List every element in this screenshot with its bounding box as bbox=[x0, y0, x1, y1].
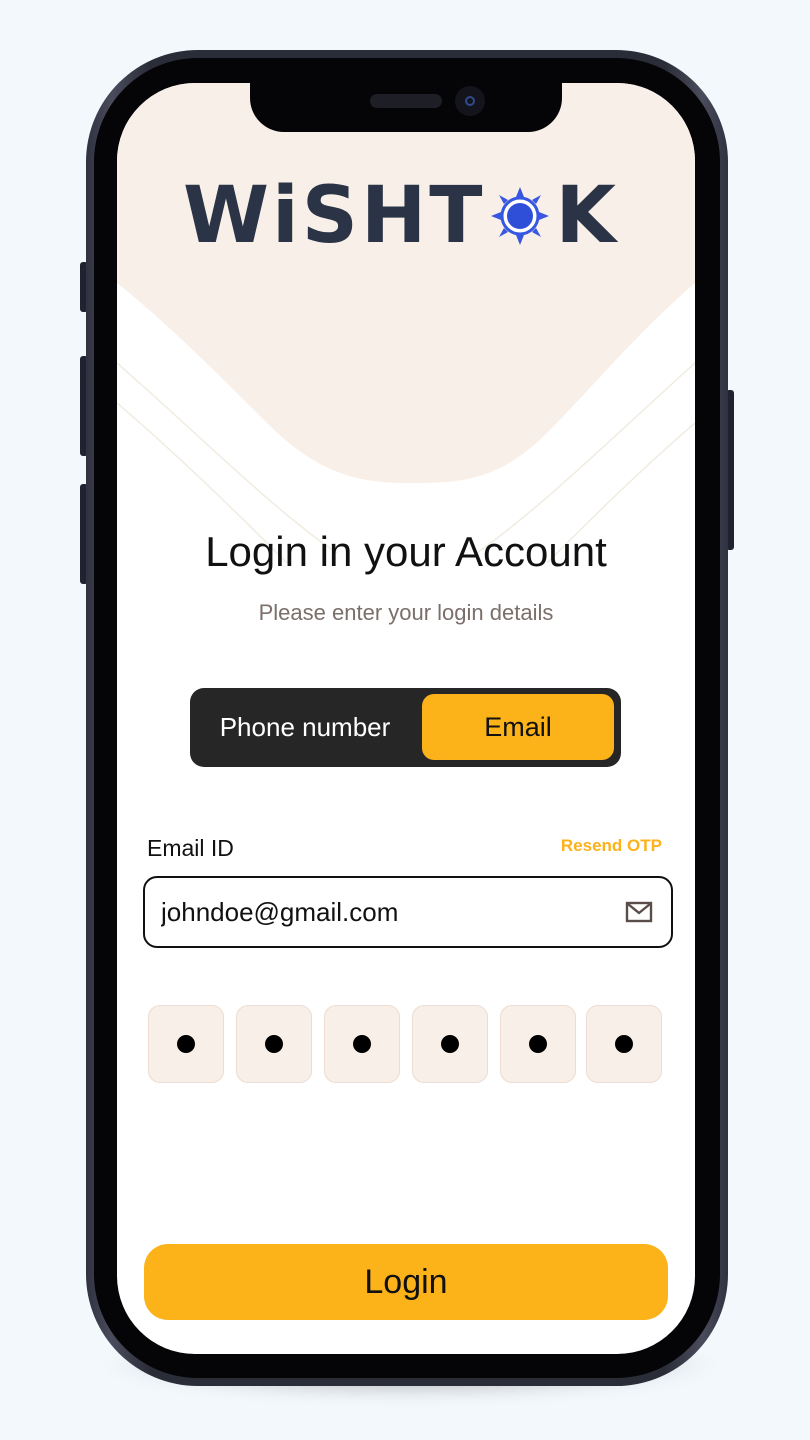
tab-phone-number[interactable]: Phone number bbox=[190, 688, 420, 767]
page-subtitle: Please enter your login details bbox=[258, 600, 554, 625]
otp-digit-5[interactable] bbox=[500, 1005, 576, 1083]
email-input[interactable] bbox=[161, 878, 601, 946]
resend-otp-link[interactable]: Resend OTP bbox=[561, 836, 662, 856]
sun-icon bbox=[491, 187, 550, 245]
otp-digit-3[interactable] bbox=[324, 1005, 400, 1083]
otp-digit-4[interactable] bbox=[412, 1005, 488, 1083]
masked-dot bbox=[529, 1035, 547, 1053]
earpiece-speaker bbox=[370, 94, 442, 108]
otp-digit-2[interactable] bbox=[236, 1005, 312, 1083]
email-label: Email ID bbox=[147, 835, 234, 861]
otp-input-group bbox=[148, 1005, 664, 1083]
tab-email[interactable]: Email bbox=[422, 694, 614, 760]
logo-text-left: WiSHT bbox=[183, 171, 486, 261]
masked-dot bbox=[615, 1035, 633, 1053]
otp-digit-6[interactable] bbox=[586, 1005, 662, 1083]
otp-digit-1[interactable] bbox=[148, 1005, 224, 1083]
login-button[interactable]: Login bbox=[144, 1244, 668, 1320]
email-field bbox=[143, 876, 673, 948]
mail-icon bbox=[625, 901, 653, 923]
masked-dot bbox=[353, 1035, 371, 1053]
front-camera bbox=[455, 86, 485, 116]
wishtok-logo: WiSHT K bbox=[183, 176, 623, 256]
masked-dot bbox=[441, 1035, 459, 1053]
masked-dot bbox=[265, 1035, 283, 1053]
logo-text-right: K bbox=[555, 171, 619, 261]
login-method-toggle: Phone number Email bbox=[190, 688, 621, 767]
hero-background bbox=[117, 83, 695, 563]
page-title: Login in your Account bbox=[205, 528, 607, 575]
masked-dot bbox=[177, 1035, 195, 1053]
